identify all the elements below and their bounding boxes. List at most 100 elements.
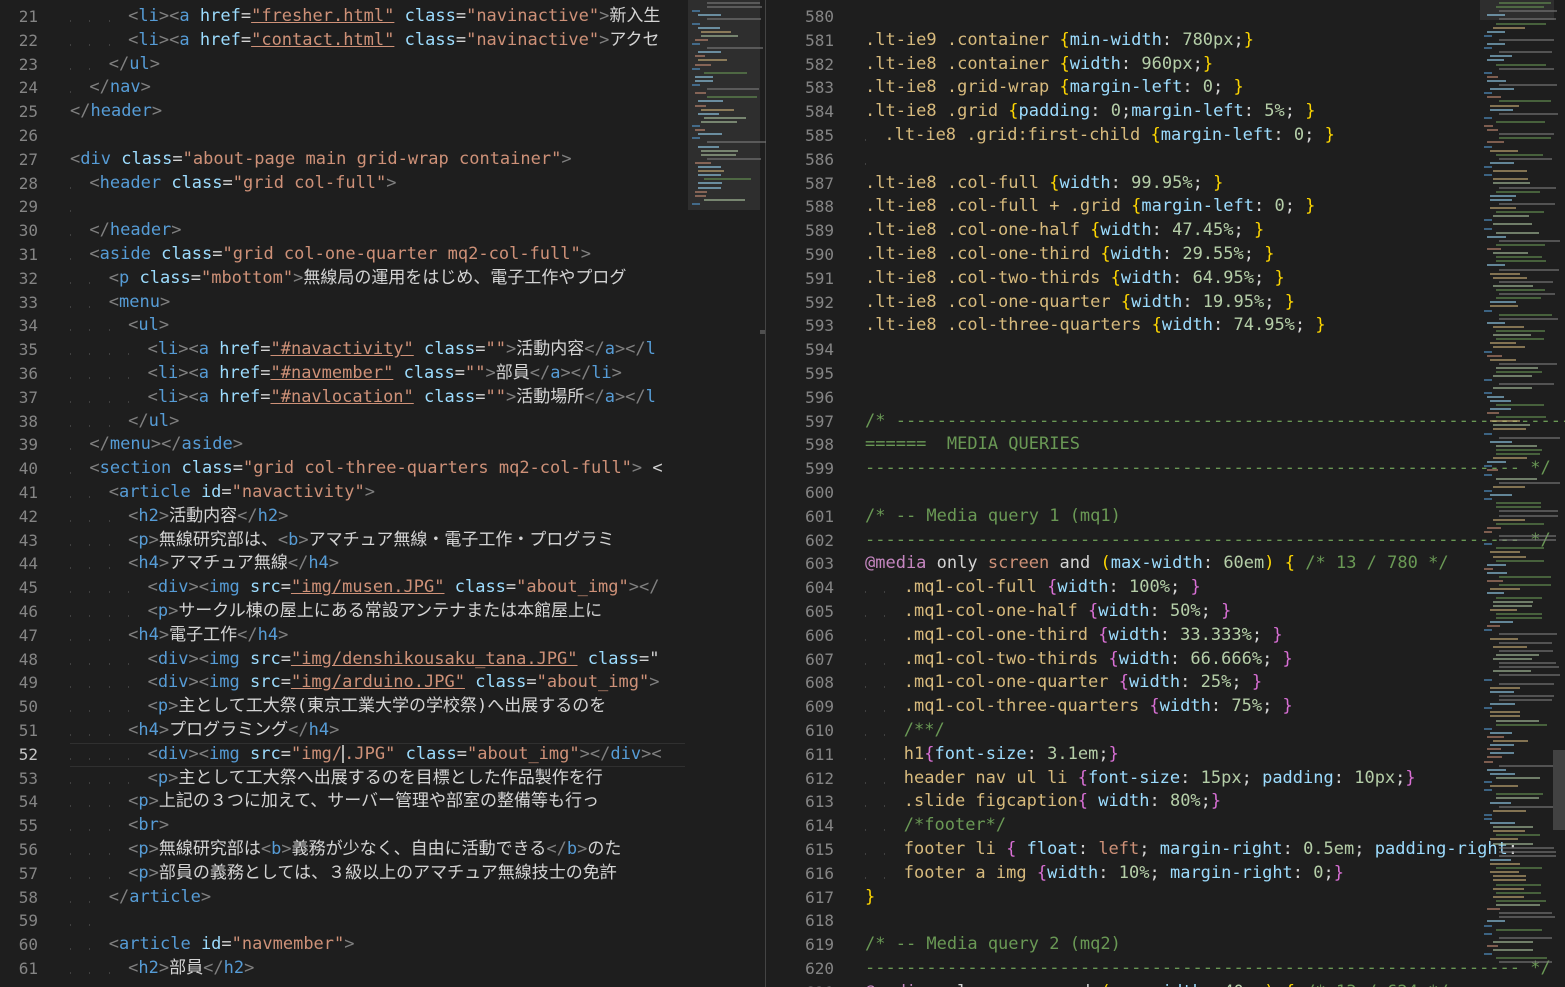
code-text[interactable]: .mq1-col-one-quarter {width: 25%; } — [865, 671, 1262, 695]
code-text[interactable]: </header> — [70, 100, 162, 124]
code-line[interactable]: 591 .lt-ie8 .col-two-thirds {width: 64.95… — [766, 267, 1565, 291]
code-line[interactable]: 609 .mq1-col-three-quarters {width: 75%; … — [766, 695, 1565, 719]
code-text[interactable]: /*footer*/ — [865, 814, 1006, 838]
code-text[interactable]: <div><img src="img/denshikousaku_tana.JP… — [70, 648, 659, 672]
code-line[interactable]: 56 <p>無線研究部は<b>義務が少なく、自由に活動できる</b>のた — [0, 838, 765, 862]
code-text[interactable]: <li><a href="contact.html" class="navina… — [70, 29, 660, 53]
code-text[interactable]: <h4>プログラミング</h4> — [70, 719, 339, 743]
code-text[interactable]: /* -- Media query 1 (mq1) — [865, 505, 1121, 529]
code-text[interactable]: <div class="about-page main grid-wrap co… — [70, 148, 572, 172]
code-text[interactable]: </header> — [70, 219, 182, 243]
code-line[interactable]: 43 <p>無線研究部は、<b>アマチュア無線・電子工作・プログラミ — [0, 529, 765, 553]
code-line[interactable]: 32 <p class="mbottom">無線局の運用をはじめ、電子工作やプログ — [0, 267, 765, 291]
code-line[interactable]: 603 @media only screen and (max-width: 60… — [766, 552, 1565, 576]
code-line[interactable]: 33 <menu> — [0, 291, 765, 315]
code-line[interactable]: 59 — [0, 909, 765, 933]
code-text[interactable]: <h4>アマチュア無線</h4> — [70, 552, 339, 576]
code-line[interactable]: 48 <div><img src="img/denshikousaku_tana.… — [0, 648, 765, 672]
code-line[interactable]: 49 <div><img src="img/arduino.JPG" class=… — [0, 671, 765, 695]
right-scrollbar-thumb[interactable] — [1553, 750, 1565, 830]
code-line[interactable]: 619 /* -- Media query 2 (mq2) — [766, 933, 1565, 957]
code-line[interactable]: 597 /* ----------------------------------… — [766, 410, 1565, 434]
code-text[interactable]: footer a img {width: 10%; margin-right: … — [865, 862, 1344, 886]
code-text[interactable]: <p>部員の義務としては、３級以上のアマチュア無線技士の免許 — [70, 862, 617, 886]
code-text[interactable]: <p>無線研究部は、<b>アマチュア無線・電子工作・プログラミ — [70, 529, 614, 553]
code-text[interactable]: .mq1-col-two-thirds {width: 66.666%; } — [865, 648, 1293, 672]
code-line[interactable]: 602 -------------------------------------… — [766, 529, 1565, 553]
code-line[interactable]: 44 <h4>アマチュア無線</h4> — [0, 552, 765, 576]
code-line[interactable]: 22 <li><a href="contact.html" class="navi… — [0, 29, 765, 53]
code-line[interactable]: 585 .lt-ie8 .grid:first-child {margin-lef… — [766, 124, 1565, 148]
code-line[interactable]: 592 .lt-ie8 .col-one-quarter {width: 19.9… — [766, 291, 1565, 315]
code-line[interactable]: 23 </ul> — [0, 53, 765, 77]
code-text[interactable]: ----------------------------------------… — [865, 529, 1551, 553]
code-text[interactable]: </menu></aside> — [70, 433, 243, 457]
code-text[interactable]: h1{font-size: 3.1em;} — [865, 743, 1119, 767]
left-editor-pane[interactable]: 21 <li><a href="fresher.html" class="navi… — [0, 0, 765, 987]
code-text[interactable]: <header class="grid col-full"> — [70, 172, 397, 196]
code-text[interactable]: <h4>電子工作</h4> — [70, 624, 288, 648]
code-line[interactable]: 606 .mq1-col-one-third {width: 33.333%; } — [766, 624, 1565, 648]
code-text[interactable]: <p>無線研究部は<b>義務が少なく、自由に活動できる</b>のた — [70, 838, 621, 862]
code-line[interactable]: 583 .lt-ie8 .grid-wrap {margin-left: 0; } — [766, 76, 1565, 100]
code-text[interactable]: @media only screen and (max-width: 40em)… — [865, 981, 1449, 987]
code-line[interactable]: 594 — [766, 338, 1565, 362]
code-line[interactable]: 25 </header> — [0, 100, 765, 124]
code-text[interactable]: <li><a href="#navmember" class="">部員</a>… — [70, 362, 622, 386]
code-line[interactable]: 31 <aside class="grid col-one-quarter mq2… — [0, 243, 765, 267]
code-line[interactable]: 589 .lt-ie8 .col-one-half {width: 47.45%;… — [766, 219, 1565, 243]
code-line[interactable]: 584 .lt-ie8 .grid {padding: 0;margin-left… — [766, 100, 1565, 124]
code-text[interactable]: <h2>部員</h2> — [70, 957, 254, 981]
code-text[interactable]: ----------------------------------------… — [865, 457, 1551, 481]
code-text[interactable]: .lt-ie8 .col-one-quarter {width: 19.95%;… — [865, 291, 1295, 315]
code-text[interactable]: .slide figcaption{ width: 80%;} — [865, 790, 1221, 814]
code-text[interactable]: .lt-ie8 .grid {padding: 0;margin-left: 5… — [865, 100, 1315, 124]
left-minimap[interactable] — [688, 0, 766, 987]
code-text[interactable]: .lt-ie9 .container {min-width: 780px;} — [865, 29, 1254, 53]
code-line[interactable]: 582 .lt-ie8 .container {width: 960px;} — [766, 53, 1565, 77]
code-text[interactable]: header nav ul li {font-size: 15px; paddi… — [865, 767, 1416, 791]
code-line[interactable]: 612 header nav ul li {font-size: 15px; pa… — [766, 767, 1565, 791]
code-line[interactable]: 601 /* -- Media query 1 (mq1) — [766, 505, 1565, 529]
code-line[interactable]: 52 <div><img src="img/.JPG" class="about_… — [0, 742, 765, 767]
code-line[interactable]: 600 — [766, 481, 1565, 505]
code-text[interactable]: .mq1-col-one-half {width: 50%; } — [865, 600, 1231, 624]
code-line[interactable]: 40 <section class="grid col-three-quarter… — [0, 457, 765, 481]
code-text[interactable]: .mq1-col-one-third {width: 33.333%; } — [865, 624, 1283, 648]
code-text[interactable]: .lt-ie8 .container {width: 960px;} — [865, 53, 1213, 77]
code-line[interactable]: 621 @media only screen and (max-width: 40… — [766, 981, 1565, 987]
code-text[interactable]: } — [865, 886, 875, 910]
code-text[interactable] — [70, 909, 109, 933]
code-text[interactable]: </article> — [70, 886, 211, 910]
code-line[interactable]: 580 — [766, 5, 1565, 29]
code-text[interactable]: footer li { float: left; margin-right: 0… — [865, 838, 1518, 862]
code-text[interactable]: <li><a href="fresher.html" class="navina… — [70, 5, 660, 29]
left-scrollbar-thumb[interactable] — [760, 330, 765, 334]
code-line[interactable]: 616 footer a img {width: 10%; margin-righ… — [766, 862, 1565, 886]
code-line[interactable]: 586 — [766, 148, 1565, 172]
code-line[interactable]: 54 <p>上記の３つに加えて、サーバー管理や部室の整備等も行っ — [0, 790, 765, 814]
code-text[interactable]: <div><img src="img/.JPG" class="about_im… — [70, 743, 662, 767]
code-line[interactable]: 598 ====== MEDIA QUERIES — [766, 433, 1565, 457]
code-line[interactable]: 608 .mq1-col-one-quarter {width: 25%; } — [766, 671, 1565, 695]
code-line[interactable]: 27 <div class="about-page main grid-wrap … — [0, 148, 765, 172]
code-text[interactable]: <article id="navactivity"> — [70, 481, 375, 505]
code-line[interactable]: 57 <p>部員の義務としては、３級以上のアマチュア無線技士の免許 — [0, 862, 765, 886]
code-line[interactable]: 29 — [0, 195, 765, 219]
code-line[interactable]: 41 <article id="navactivity"> — [0, 481, 765, 505]
code-text[interactable]: <p>サークル棟の屋上にある常設アンテナまたは本館屋上に — [70, 600, 602, 624]
code-text[interactable]: <menu> — [70, 291, 170, 315]
code-text[interactable]: .lt-ie8 .grid:first-child {margin-left: … — [865, 124, 1335, 148]
code-line[interactable]: 61 <h2>部員</h2> — [0, 957, 765, 981]
code-text[interactable]: <p>上記の３つに加えて、サーバー管理や部室の整備等も行っ — [70, 790, 599, 814]
code-text[interactable]: <div><img src="img/arduino.JPG" class="a… — [70, 671, 659, 695]
right-minimap[interactable] — [1480, 0, 1560, 987]
code-text[interactable]: <div><img src="img/musen.JPG" class="abo… — [70, 576, 659, 600]
code-line[interactable]: 590 .lt-ie8 .col-one-third {width: 29.55%… — [766, 243, 1565, 267]
code-line[interactable]: 38 </ul> — [0, 410, 765, 434]
code-line[interactable]: 617} — [766, 886, 1565, 910]
code-text[interactable]: <aside class="grid col-one-quarter mq2-c… — [70, 243, 591, 267]
code-line[interactable]: 610 /**/ — [766, 719, 1565, 743]
code-line[interactable]: 30 </header> — [0, 219, 765, 243]
code-text[interactable]: <article id="navmember"> — [70, 933, 355, 957]
